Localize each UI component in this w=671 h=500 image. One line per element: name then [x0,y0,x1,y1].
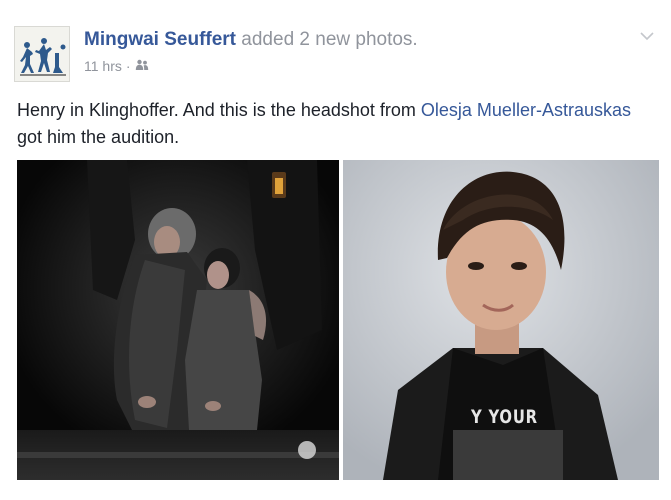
author-name[interactable]: Mingwai Seuffert [84,29,236,50]
post-header: Mingwai Seuffert added 2 new photos. [84,28,418,52]
shirt-print-text: Y YOUR [471,406,538,428]
friends-icon[interactable] [135,58,149,74]
meta-separator: · [125,58,131,74]
avatar-image [15,27,69,81]
photo-stage-scene[interactable] [17,160,339,480]
post-action-text: added 2 new photos. [241,29,418,50]
headshot-image [343,160,659,480]
timestamp[interactable]: 11 hrs [84,58,122,74]
feed-post: Mingwai Seuffert added 2 new photos. 11 … [0,0,671,500]
photo-headshot[interactable]: Y YOUR [343,160,659,480]
post-meta: 11 hrs · [84,58,149,74]
message-text: Henry in Klinghoffer. And this is the he… [17,100,421,120]
message-text-end: got him the audition. [17,127,180,147]
stage-scene-image [17,160,339,480]
mention-link[interactable]: Olesja Mueller-Astrauskas [421,100,631,120]
avatar[interactable] [14,26,70,82]
chevron-down-icon[interactable] [637,26,657,46]
post-message: Henry in Klinghoffer. And this is the he… [17,97,637,151]
